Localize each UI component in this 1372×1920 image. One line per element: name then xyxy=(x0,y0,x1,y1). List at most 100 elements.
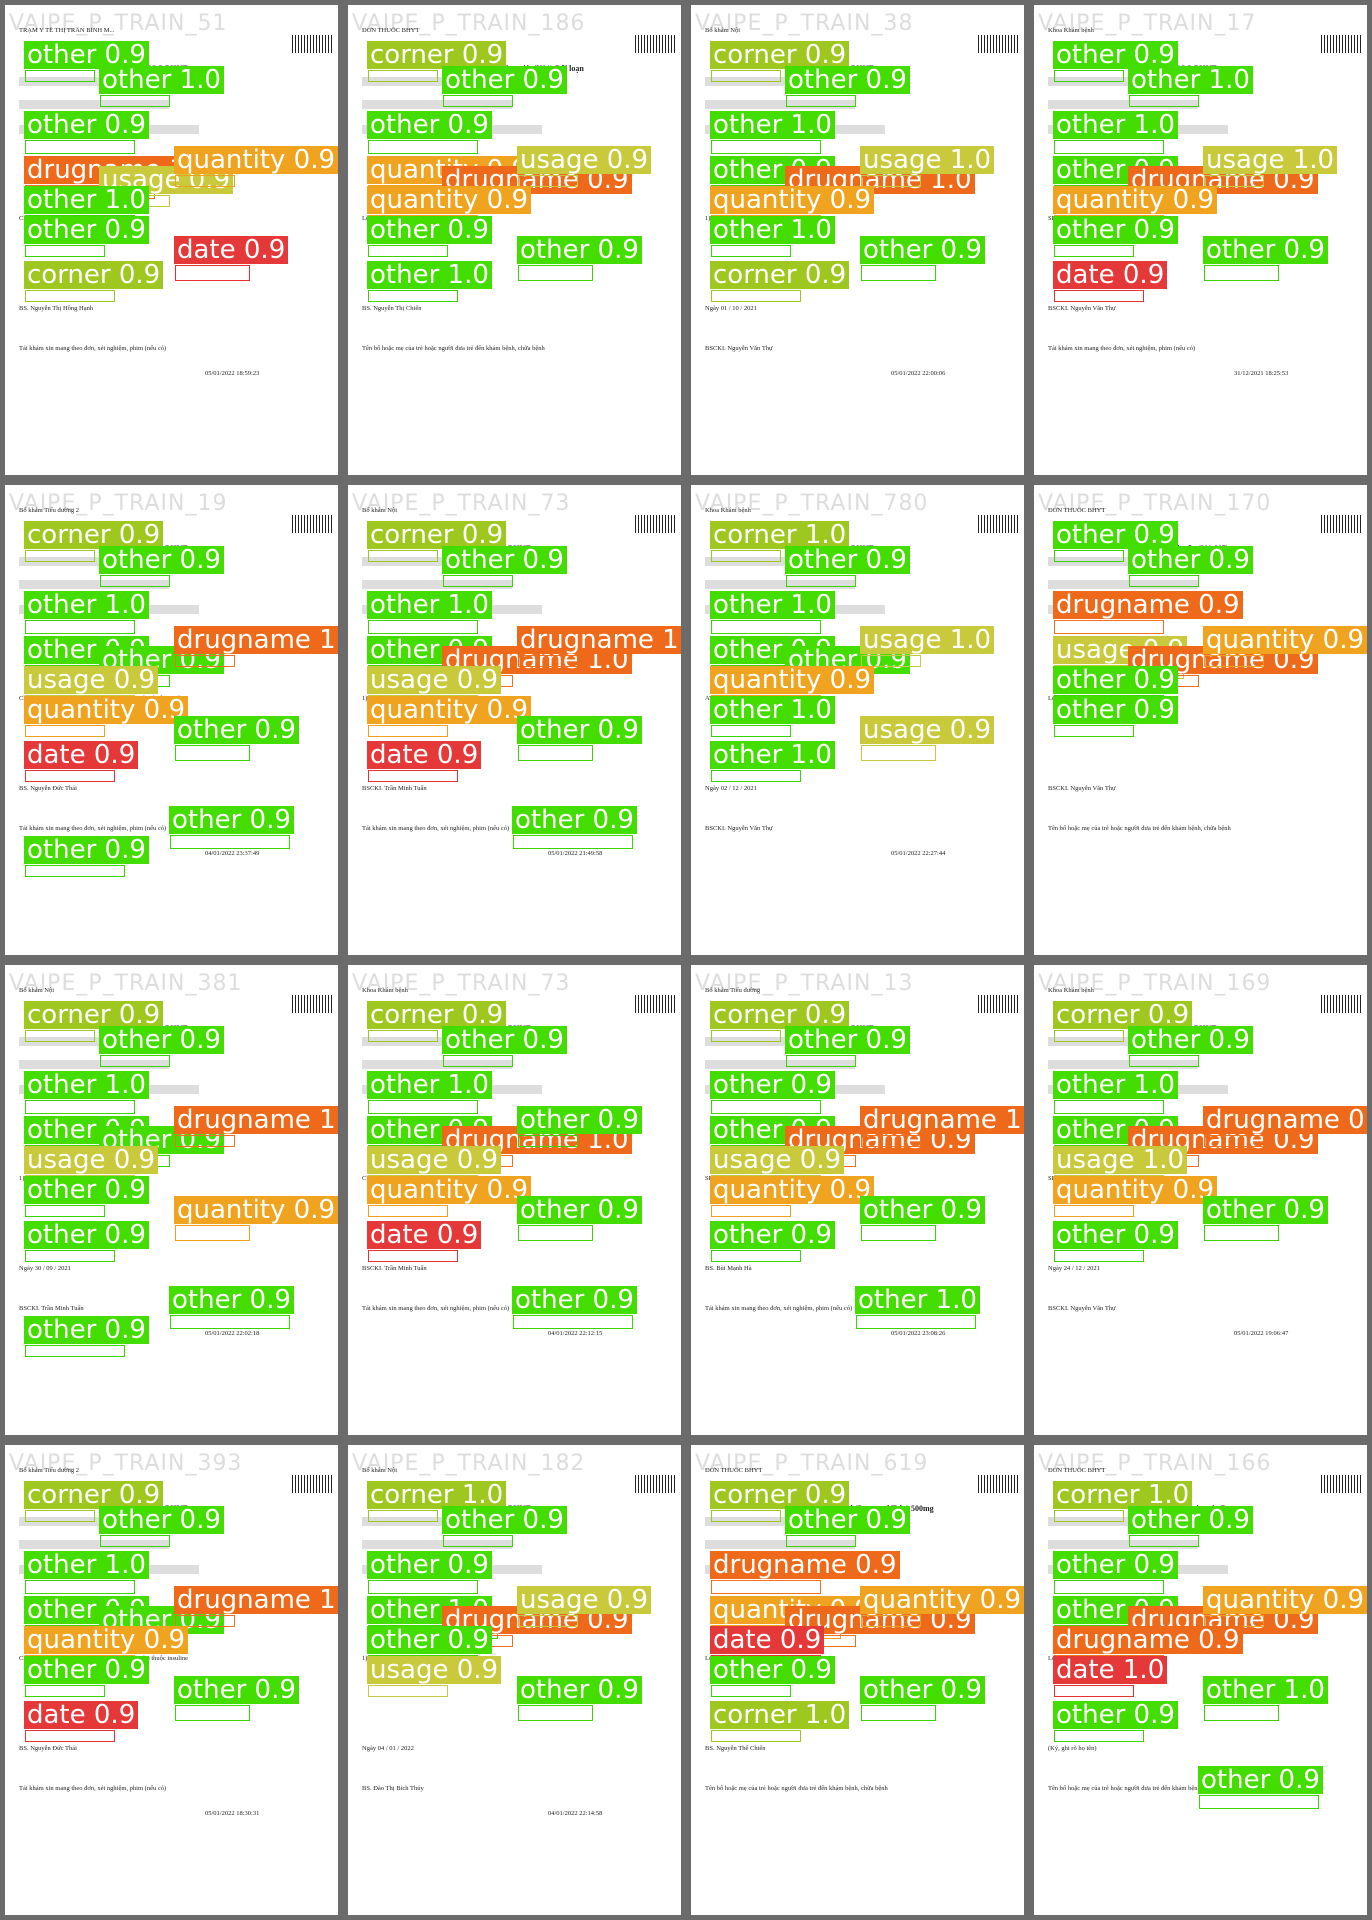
detection-label: other 0.9 xyxy=(1128,546,1253,574)
other-detection-box: other 0.9 xyxy=(785,1506,910,1547)
document-text: ĐƠN THUỐC BHYT xyxy=(1048,1467,1106,1474)
detection-label: usage 1.0 xyxy=(1053,1146,1188,1174)
other-detection-box: other 0.9 xyxy=(1128,1506,1253,1547)
detection-label: drugname 1.0 xyxy=(860,1106,1024,1134)
detection-label: other 0.9 xyxy=(99,1026,224,1054)
detection-label: usage 1.0 xyxy=(860,626,995,654)
detection-label: other 1.0 xyxy=(710,591,835,619)
document-text: BS. Đào Thị Bích Thủy xyxy=(362,1785,424,1792)
detection-label: other 0.9 xyxy=(24,836,149,864)
detection-label: usage 0.9 xyxy=(517,146,652,174)
other-detection-box: other 0.9 xyxy=(99,546,224,587)
detection-label: date 0.9 xyxy=(1053,261,1168,289)
other-detection-box: other 1.0 xyxy=(710,591,835,634)
prescription-tile: VAIPE_P_TRAIN_38Bố khám NộiTOA THUỐC BHY… xyxy=(686,0,1029,480)
other-detection-box: other 0.9 xyxy=(1053,696,1178,737)
document-text: BSCKI. Nguyễn Văn Thự xyxy=(705,825,773,832)
other-detection-box: other 0.9 xyxy=(860,1196,985,1241)
other-detection-box: other 0.9 xyxy=(169,1286,294,1329)
detection-label: quantity 0.9 xyxy=(174,1196,338,1224)
quantity-detection-box: quantity 0.9 xyxy=(710,1176,875,1217)
detection-label: other 0.9 xyxy=(1198,1766,1323,1794)
detection-label: other 1.0 xyxy=(24,1071,149,1099)
other-detection-box: other 0.9 xyxy=(1203,1196,1328,1241)
other-detection-box: other 1.0 xyxy=(99,66,224,107)
other-detection-box: other 0.9 xyxy=(1053,1221,1178,1262)
detection-label: drugname 1.0 xyxy=(174,1106,338,1134)
document-text: Ngày 30 / 09 / 2021 xyxy=(19,1265,71,1272)
detection-label: date 0.9 xyxy=(367,1221,482,1249)
other-detection-box: other 0.9 xyxy=(442,66,567,107)
detection-label: drugname 0.9 xyxy=(1053,591,1243,619)
document-text: Ngày 04 / 01 / 2022 xyxy=(362,1745,414,1752)
prescription-tile: VAIPE_P_TRAIN_51 TRẠM Y TẾ THỊ TRẤN BÌNH … xyxy=(0,0,343,480)
prescription-tile: VAIPE_P_TRAIN_19Bố khám Tiểu đường 2TOA … xyxy=(0,480,343,960)
corner-detection-box: corner 0.9 xyxy=(24,1481,164,1522)
barcode xyxy=(635,1475,675,1493)
detection-label: date 0.9 xyxy=(24,741,139,769)
document-text: BSCKI. Trần Minh Tuấn xyxy=(362,1265,427,1272)
document-text: Khoa Khám bệnh xyxy=(1048,27,1094,34)
document-text: 05/01/2022 19:06:47 xyxy=(1234,1330,1289,1337)
document-text: BSCKI. Trần Minh Tuấn xyxy=(362,785,427,792)
detection-label: other 0.9 xyxy=(1053,216,1178,244)
other-detection-box: other 0.9 xyxy=(367,1551,492,1594)
detection-label: other 0.9 xyxy=(1203,1196,1328,1224)
other-detection-box: other 0.9 xyxy=(517,1676,642,1721)
detection-label: other 0.9 xyxy=(174,1676,299,1704)
document-text: Ngày 01 / 10 / 2021 xyxy=(705,305,757,312)
barcode xyxy=(292,515,332,533)
detection-label: other 0.9 xyxy=(24,216,149,244)
other-detection-box: other 0.9 xyxy=(517,1196,642,1241)
quantity-detection-box: quantity 0.9 xyxy=(174,1196,338,1241)
detection-label: usage 0.9 xyxy=(367,1656,502,1684)
corner-detection-box: corner 0.9 xyxy=(710,261,850,302)
detection-label: other 0.9 xyxy=(860,1196,985,1224)
document-text: ĐƠN THUỐC BHYT xyxy=(705,1467,763,1474)
detection-label: usage 0.9 xyxy=(367,666,502,694)
other-detection-box: other 0.9 xyxy=(1128,546,1253,587)
other-detection-box: other 1.0 xyxy=(710,741,835,782)
other-detection-box: other 0.9 xyxy=(24,1176,149,1217)
detection-label: other 1.0 xyxy=(710,741,835,769)
barcode xyxy=(292,995,332,1013)
document-text: BS. Nguyễn Đức Thái xyxy=(19,785,77,792)
detection-label: quantity 0.9 xyxy=(367,1176,532,1204)
detection-label: other 1.0 xyxy=(710,696,835,724)
prescription-tile: VAIPE_P_TRAIN_17Khoa Khám bệnhTOA THUỐC … xyxy=(1029,0,1372,480)
detection-label: drugname 1.0 xyxy=(517,626,681,654)
other-detection-box: other 0.9 xyxy=(99,1026,224,1067)
other-detection-box: other 0.9 xyxy=(442,546,567,587)
document-text: BS. Nguyễn Thế Chiến xyxy=(705,1745,766,1752)
detection-label: other 0.9 xyxy=(442,1026,567,1054)
other-detection-box: other 0.9 xyxy=(1128,1026,1253,1067)
prescription-tile: VAIPE_P_TRAIN_186ĐƠN THUỐC BHYT(H60) Viê… xyxy=(343,0,686,480)
detection-label: date 0.9 xyxy=(24,1701,139,1729)
detection-label: other 0.9 xyxy=(785,1506,910,1534)
detection-label: other 1.0 xyxy=(367,1071,492,1099)
drugname-detection-box: drugname 1.0 xyxy=(860,1106,1024,1147)
document-text: TRẠM Y TẾ THỊ TRẤN BÌNH M... xyxy=(19,27,115,34)
detection-label: other 0.9 xyxy=(517,1676,642,1704)
corner-detection-box: corner 0.9 xyxy=(24,521,164,562)
other-detection-box: other 0.9 xyxy=(24,1656,149,1697)
other-detection-box: other 1.0 xyxy=(1053,111,1178,154)
document-text: BS. Nguyễn Đức Thái xyxy=(19,1745,77,1752)
other-detection-box: other 1.0 xyxy=(710,111,835,154)
detection-label: usage 1.0 xyxy=(860,146,995,174)
detection-label: other 0.9 xyxy=(169,806,294,834)
document-text: Bố khám Tiểu đường 2 xyxy=(19,507,80,514)
detection-label: other 1.0 xyxy=(710,216,835,244)
document-text: Tên bố hoặc mẹ của trẻ hoặc người đưa tr… xyxy=(1048,825,1231,832)
document-text: Khoa Khám bệnh xyxy=(362,987,408,994)
barcode xyxy=(635,35,675,53)
other-detection-box: other 1.0 xyxy=(855,1286,980,1329)
detection-label: other 0.9 xyxy=(367,111,492,139)
prescription-tile: VAIPE_P_TRAIN_73Bố khám NộiTOA THUỐC BHY… xyxy=(343,480,686,960)
date-detection-box: date 1.0 xyxy=(1053,1656,1168,1697)
document-text: ĐƠN THUỐC BHYT xyxy=(362,27,420,34)
other-detection-box: other 0.9 xyxy=(512,806,637,849)
other-detection-box: other 0.9 xyxy=(860,1676,985,1721)
other-detection-box: other 0.9 xyxy=(442,1026,567,1067)
detection-label: date 0.9 xyxy=(710,1626,825,1654)
